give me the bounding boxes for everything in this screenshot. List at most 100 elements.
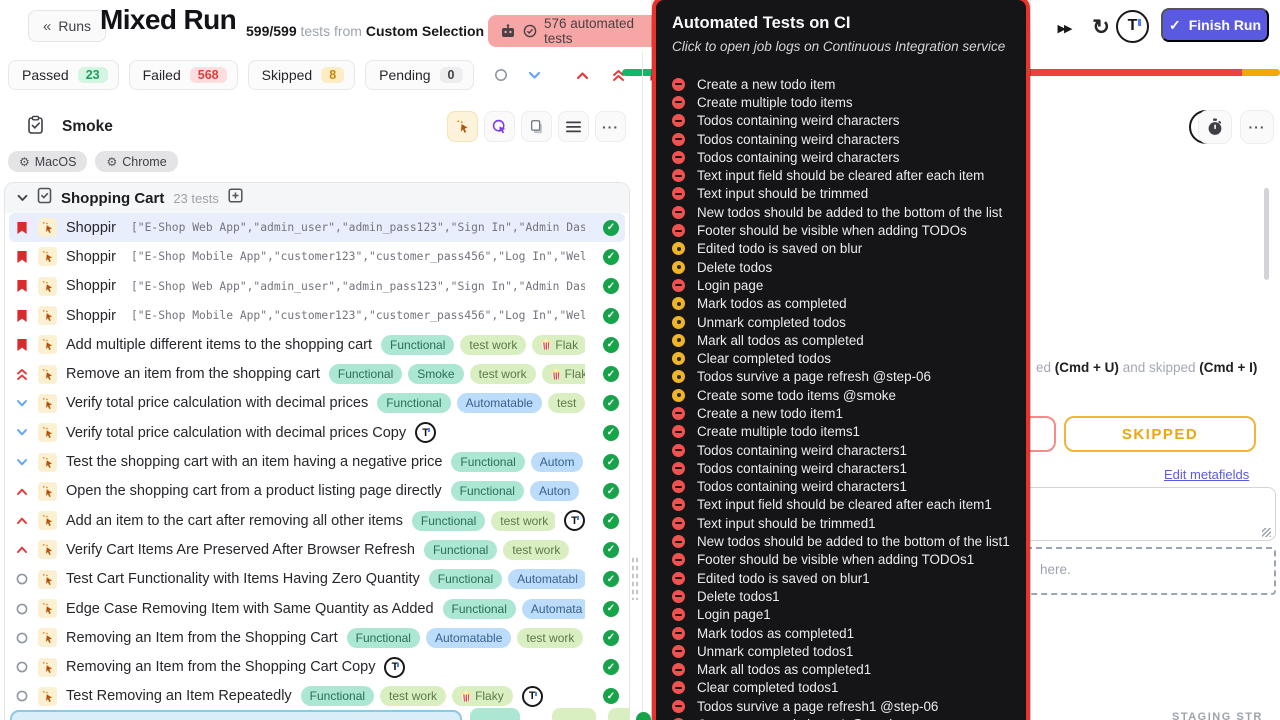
partial-highlighted-row[interactable] bbox=[10, 710, 462, 720]
test-row[interactable]: Add multiple different items to the shop… bbox=[5, 330, 629, 359]
tag-pill[interactable]: Functional bbox=[329, 364, 402, 384]
detail-more-button[interactable]: ··· bbox=[1240, 110, 1274, 144]
filter-skipped[interactable]: Skipped 8 bbox=[248, 60, 356, 90]
tag-pill[interactable]: Flaky bbox=[452, 686, 513, 706]
tag-pill[interactable]: test work bbox=[503, 540, 569, 560]
tooltip-test-item[interactable]: Text input should be trimmed bbox=[672, 185, 1010, 203]
tooltip-test-item[interactable]: Todos containing weird characters bbox=[672, 130, 1010, 148]
filter-pending[interactable]: Pending 0 bbox=[365, 60, 473, 90]
test-row[interactable]: Removing an Item from the Shopping Cart … bbox=[5, 652, 629, 681]
tag-pill[interactable]: test work bbox=[380, 686, 446, 706]
tooltip-test-item[interactable]: Login page bbox=[672, 276, 1010, 294]
tag-pill[interactable]: Functional bbox=[429, 569, 502, 589]
automated-tests-badge[interactable]: 576 automated tests bbox=[488, 15, 678, 47]
tooltip-test-item[interactable]: Create multiple todo items1 bbox=[672, 423, 1010, 441]
tag-pill[interactable]: Functional bbox=[377, 393, 450, 413]
test-row[interactable]: Shoppir["E-Shop Web App","admin_user","a… bbox=[5, 272, 629, 301]
tag-pill[interactable]: Functional bbox=[381, 335, 454, 355]
tooltip-test-item[interactable]: Create multiple todo items bbox=[672, 93, 1010, 111]
tooltip-test-item[interactable]: Todos survive a page refresh1 @step-06 bbox=[672, 697, 1010, 715]
test-row[interactable]: Test the shopping cart with an item havi… bbox=[5, 447, 629, 476]
run-with-runner-button[interactable] bbox=[484, 111, 515, 142]
priority-filter-minor-icon[interactable] bbox=[528, 71, 542, 80]
stopwatch-button[interactable] bbox=[1198, 110, 1232, 144]
tooltip-test-item[interactable]: New todos should be added to the bottom … bbox=[672, 203, 1010, 221]
test-row[interactable]: Remove an item from the shopping cartFun… bbox=[5, 359, 629, 388]
tag-pill[interactable]: Automatable bbox=[426, 628, 511, 648]
tag-pill[interactable]: Automatable bbox=[457, 393, 542, 413]
tooltip-test-item[interactable]: Mark all todos as completed bbox=[672, 331, 1010, 349]
tooltip-test-item[interactable]: Edited todo is saved on blur bbox=[672, 240, 1010, 258]
tooltip-test-item[interactable]: Todos containing weird characters1 bbox=[672, 478, 1010, 496]
priority-filter-none-icon[interactable] bbox=[494, 68, 508, 82]
tooltip-test-item[interactable]: New todos should be added to the bottom … bbox=[672, 532, 1010, 550]
tooltip-test-item[interactable]: Clear completed todos1 bbox=[672, 679, 1010, 697]
tag-pill[interactable]: test work bbox=[491, 511, 555, 531]
tooltip-test-item[interactable]: Todos containing weird characters bbox=[672, 112, 1010, 130]
comment-textarea[interactable] bbox=[1022, 487, 1276, 541]
fast-forward-icon[interactable]: ▶▶ bbox=[1052, 16, 1076, 40]
tooltip-test-item[interactable]: Clear completed todos bbox=[672, 349, 1010, 367]
add-test-icon[interactable] bbox=[228, 188, 243, 208]
tooltip-test-item[interactable]: Edited todo is saved on blur1 bbox=[672, 569, 1010, 587]
test-row[interactable]: Edge Case Removing Item with Same Quanti… bbox=[5, 594, 629, 623]
back-to-runs-button[interactable]: « Runs bbox=[28, 10, 106, 42]
mark-skipped-button[interactable]: SKIPPED bbox=[1064, 416, 1256, 452]
automated-tests-tooltip[interactable]: Automated Tests on CI Click to open job … bbox=[652, 0, 1030, 720]
tag-pill[interactable]: test bbox=[548, 393, 585, 413]
tooltip-test-item[interactable]: Create a new todo item bbox=[672, 75, 1010, 93]
run-automated-button[interactable] bbox=[447, 111, 478, 142]
tooltip-test-item[interactable]: Text input should be trimmed1 bbox=[672, 514, 1010, 532]
test-row[interactable]: Removing an Item from the Shopping CartF… bbox=[5, 623, 629, 652]
tooltip-test-item[interactable]: Mark todos as completed1 bbox=[672, 624, 1010, 642]
tag-pill[interactable]: Auton bbox=[530, 481, 579, 501]
tag-pill[interactable]: test work bbox=[517, 628, 583, 648]
tag-pill[interactable]: Functional bbox=[424, 540, 497, 560]
filter-passed[interactable]: Passed 23 bbox=[8, 60, 119, 90]
tooltip-test-item[interactable]: Create a new todo item1 bbox=[672, 404, 1010, 422]
tooltip-test-item[interactable]: Todos containing weird characters1 bbox=[672, 459, 1010, 477]
right-panel-scrollbar[interactable] bbox=[1264, 188, 1269, 280]
filter-failed[interactable]: Failed 568 bbox=[129, 60, 238, 90]
tag-pill[interactable]: Autom bbox=[531, 452, 584, 472]
testomat-logo-icon[interactable]: T bbox=[1116, 10, 1149, 43]
tag-pill[interactable]: Functional bbox=[347, 628, 420, 648]
tag-pill[interactable]: test work bbox=[460, 335, 526, 355]
tooltip-test-item[interactable]: Unmark completed todos1 bbox=[672, 642, 1010, 660]
env-tag-macos[interactable]: ⚙ MacOS bbox=[8, 151, 87, 172]
tooltip-test-item[interactable]: Text input field should be cleared after… bbox=[672, 166, 1010, 184]
tooltip-test-item[interactable]: Mark all todos as completed1 bbox=[672, 661, 1010, 679]
timer-icon[interactable]: ↻ bbox=[1088, 12, 1114, 42]
test-row[interactable]: Shoppir["E-Shop Web App","admin_user","a… bbox=[9, 213, 625, 242]
tooltip-test-item[interactable]: Login page1 bbox=[672, 606, 1010, 624]
env-tag-chrome[interactable]: ⚙ Chrome bbox=[95, 151, 177, 172]
list-view-button[interactable] bbox=[558, 111, 589, 142]
test-row[interactable]: Open the shopping cart from a product li… bbox=[5, 477, 629, 506]
test-row[interactable]: Test Cart Functionality with Items Havin… bbox=[5, 565, 629, 594]
tag-pill[interactable]: Flaky bbox=[542, 364, 585, 384]
test-row[interactable]: Verify total price calculation with deci… bbox=[5, 418, 629, 447]
tooltip-test-item[interactable]: Mark todos as completed bbox=[672, 295, 1010, 313]
more-options-button[interactable]: ··· bbox=[595, 111, 626, 142]
tooltip-test-item[interactable]: Footer should be visible when adding TOD… bbox=[672, 551, 1010, 569]
test-row[interactable]: Test Removing an Item RepeatedlyFunction… bbox=[5, 682, 629, 711]
group-header[interactable]: Shopping Cart 23 tests bbox=[5, 183, 629, 213]
tag-pill[interactable]: Functional bbox=[451, 481, 524, 501]
tooltip-test-item[interactable]: Text input field should be cleared after… bbox=[672, 496, 1010, 514]
tag-pill[interactable]: Functional bbox=[451, 452, 524, 472]
tooltip-test-item[interactable]: Todos containing weird characters bbox=[672, 148, 1010, 166]
tag-pill[interactable]: test work bbox=[470, 364, 536, 384]
tag-pill[interactable]: Flak bbox=[532, 335, 585, 355]
tag-pill[interactable]: Automatabl bbox=[508, 569, 585, 589]
tooltip-test-item[interactable]: Delete todos bbox=[672, 258, 1010, 276]
test-row[interactable]: Add an item to the cart after removing a… bbox=[5, 506, 629, 535]
tag-pill[interactable]: Functional bbox=[443, 599, 516, 619]
tag-pill[interactable]: Functional bbox=[412, 511, 485, 531]
tooltip-test-item[interactable]: Create some todo items1 @smoke bbox=[672, 715, 1010, 720]
tooltip-test-item[interactable]: Todos containing weird characters1 bbox=[672, 441, 1010, 459]
tooltip-test-item[interactable]: Todos survive a page refresh @step-06 bbox=[672, 368, 1010, 386]
left-panel-scroll-handle[interactable] bbox=[631, 556, 639, 600]
chevron-down-icon[interactable] bbox=[17, 189, 28, 207]
tooltip-test-item[interactable]: Footer should be visible when adding TOD… bbox=[672, 221, 1010, 239]
test-row[interactable]: Shoppir["E-Shop Mobile App","customer123… bbox=[5, 301, 629, 330]
